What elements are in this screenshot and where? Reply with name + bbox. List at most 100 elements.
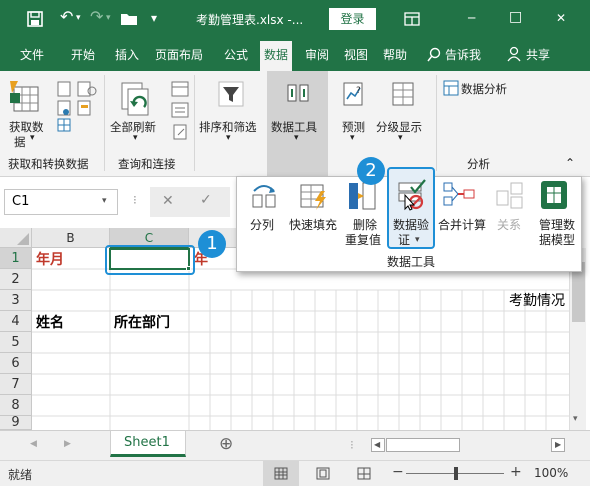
scroll-down-icon[interactable]: ▾ <box>573 414 578 424</box>
redo-icon[interactable]: ↷ <box>90 7 103 26</box>
manage-data-model-button[interactable]: 管理数 <box>535 218 579 233</box>
remove-duplicates-button[interactable]: 删除 <box>345 218 385 233</box>
get-data-icon[interactable] <box>8 79 42 115</box>
hscroll-right-button[interactable]: ▶ <box>551 438 565 452</box>
data-analysis-icon[interactable] <box>443 80 459 96</box>
zoom-in-button[interactable]: + <box>510 464 522 480</box>
cell-row3-overflow[interactable]: 考勤情况 <box>509 290 565 310</box>
zoom-out-button[interactable]: − <box>392 464 404 480</box>
ribbon-display-options-icon[interactable] <box>404 12 420 26</box>
data-validation-label-2[interactable]: 证 <box>397 233 411 248</box>
close-button[interactable]: ✕ <box>556 11 566 25</box>
page-layout-view-icon[interactable] <box>316 467 330 480</box>
remove-duplicates-label-2[interactable]: 重复值 <box>341 233 385 248</box>
sheet-next-icon[interactable]: ▶ <box>64 439 71 449</box>
hscroll-left-button[interactable]: ◀ <box>371 438 385 452</box>
consolidate-icon[interactable] <box>442 181 476 209</box>
row-header-1[interactable]: 1 <box>0 248 32 269</box>
refresh-all-icon[interactable] <box>120 81 156 117</box>
sheet-tab-sheet1[interactable]: Sheet1 <box>110 431 186 457</box>
status-ready: 就绪 <box>8 468 33 482</box>
text-to-columns-icon[interactable] <box>251 181 277 209</box>
tab-page-layout[interactable]: 页面布局 <box>155 46 203 63</box>
login-button[interactable]: 登录 <box>329 8 376 30</box>
cell-b1[interactable]: 年月 <box>36 249 64 269</box>
name-box-dropdown-icon[interactable]: ▾ <box>102 196 107 206</box>
add-sheet-icon[interactable]: ⊕ <box>219 434 233 454</box>
get-data-dropdown-icon[interactable]: ▾ <box>30 133 35 143</box>
hscroll-thumb[interactable] <box>386 438 460 452</box>
row-header-3[interactable]: 3 <box>0 290 32 311</box>
column-header-b[interactable]: B <box>32 228 110 248</box>
cell-b4[interactable]: 姓名 <box>36 312 64 332</box>
data-validation-dropdown-icon[interactable]: ▾ <box>415 235 420 245</box>
tab-help[interactable]: 帮助 <box>383 46 407 63</box>
row-header-7[interactable]: 7 <box>0 374 32 395</box>
zoom-level[interactable]: 100% <box>534 466 568 480</box>
relationships-icon <box>496 182 523 209</box>
text-to-columns-button[interactable]: 分列 <box>246 218 278 233</box>
row-header-2[interactable]: 2 <box>0 269 32 290</box>
zoom-slider-thumb[interactable] <box>454 467 458 480</box>
forecast-dropdown-icon[interactable]: ▾ <box>350 133 355 143</box>
redo-dropdown-icon[interactable]: ▾ <box>106 13 111 23</box>
row-header-9[interactable]: 9 <box>0 416 32 430</box>
sort-filter-dropdown-icon[interactable]: ▾ <box>226 133 231 143</box>
remove-duplicates-icon[interactable] <box>347 181 379 211</box>
row-header-8[interactable]: 8 <box>0 395 32 416</box>
consolidate-button[interactable]: 合并计算 <box>435 218 489 233</box>
query-small-icons[interactable] <box>170 81 190 143</box>
manage-data-model-label-2[interactable]: 据模型 <box>535 233 579 248</box>
sheet-tab-label: Sheet1 <box>124 435 170 450</box>
cell-c4[interactable]: 所在部门 <box>114 312 170 332</box>
row-header-6[interactable]: 6 <box>0 353 32 374</box>
refresh-dropdown-icon[interactable]: ▾ <box>133 133 138 143</box>
data-analysis-button[interactable]: 数据分析 <box>461 81 507 97</box>
tab-home[interactable]: 开始 <box>71 46 95 63</box>
cancel-icon[interactable]: ✕ <box>162 193 174 209</box>
page-break-view-icon[interactable] <box>357 467 371 480</box>
tell-me-search[interactable]: 告诉我 <box>445 46 481 63</box>
tab-file[interactable]: 文件 <box>20 46 44 63</box>
tab-insert[interactable]: 插入 <box>115 46 139 63</box>
save-icon[interactable] <box>26 10 44 28</box>
tab-data[interactable]: 数据 <box>260 41 293 71</box>
ribbon-separator <box>194 75 195 171</box>
share-button[interactable]: 共享 <box>526 46 550 63</box>
restore-button[interactable]: □ <box>509 9 522 25</box>
get-data-label-2[interactable]: 据 <box>14 134 26 150</box>
gridlines <box>32 248 569 430</box>
outline-dropdown-icon[interactable]: ▾ <box>398 133 403 143</box>
data-validation-icon[interactable] <box>397 179 427 211</box>
get-data-small-icons[interactable] <box>56 81 102 133</box>
name-box[interactable]: C1 ▾ <box>4 189 118 215</box>
sheet-prev-icon[interactable]: ◀ <box>30 439 37 449</box>
manage-data-model-icon[interactable] <box>539 179 569 211</box>
undo-dropdown-icon[interactable]: ▾ <box>76 13 81 23</box>
forecast-icon[interactable]: ? <box>342 81 366 107</box>
tab-review[interactable]: 审阅 <box>305 46 329 63</box>
formula-bar-divider-icon: ⁝ <box>133 193 137 207</box>
row-header-5[interactable]: 5 <box>0 332 32 353</box>
data-validation-label[interactable]: 数据验 <box>388 218 434 233</box>
enter-icon[interactable]: ✓ <box>200 192 212 208</box>
get-data-label[interactable]: 获取数 <box>9 119 44 135</box>
outline-icon[interactable] <box>391 81 415 107</box>
minimize-button[interactable]: ─ <box>468 11 475 25</box>
callout-1: 1 <box>198 230 226 258</box>
customize-qat-icon[interactable]: ▾ <box>151 11 157 25</box>
flash-fill-button[interactable]: 快速填充 <box>284 218 342 233</box>
data-tools-dropdown-icon[interactable]: ▾ <box>294 133 299 143</box>
tab-formulas[interactable]: 公式 <box>224 46 248 63</box>
filter-icon[interactable] <box>218 81 244 107</box>
collapse-ribbon-icon[interactable]: ⌃ <box>565 156 575 170</box>
open-folder-icon[interactable] <box>120 11 140 27</box>
sheet-tab-bar: ◀ ▶ Sheet1 ⊕ ⁝ ◀ ▶ <box>0 430 590 460</box>
flash-fill-icon[interactable] <box>299 181 329 211</box>
select-all-corner[interactable] <box>0 228 32 248</box>
data-tools-icon[interactable] <box>286 81 310 105</box>
row-header-4[interactable]: 4 <box>0 311 32 332</box>
undo-icon[interactable]: ↶ <box>60 7 73 26</box>
vertical-scrollbar[interactable]: ▾ <box>569 248 586 430</box>
tab-view[interactable]: 视图 <box>344 46 368 63</box>
